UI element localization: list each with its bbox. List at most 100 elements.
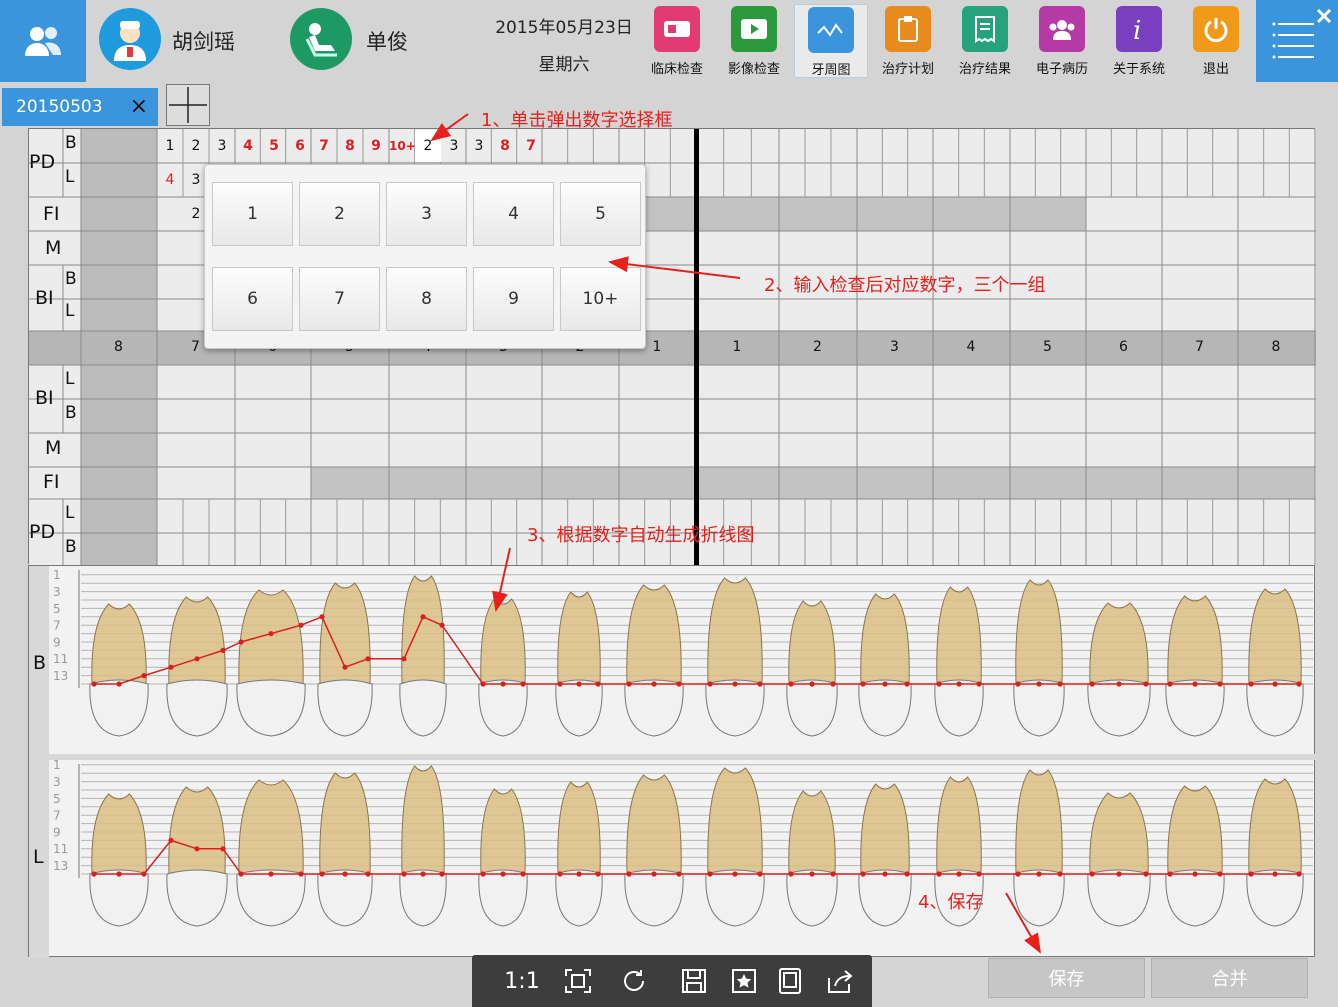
toolbar-button-1[interactable]: 临床检查 (640, 4, 714, 78)
tooth-b-6 (478, 598, 528, 737)
svg-text:i: i (1133, 16, 1141, 43)
patient-avatar[interactable] (290, 8, 352, 70)
number-key-5[interactable]: 5 (560, 182, 641, 246)
pd-b-cell[interactable]: 7 (311, 130, 337, 162)
bi-top-b-label: B (65, 269, 77, 289)
probe-point (956, 681, 962, 687)
pd-b-cell[interactable]: 10+ (389, 130, 416, 162)
rotate-icon[interactable] (618, 965, 650, 997)
pd-b-cell[interactable]: 2 (183, 130, 209, 162)
add-tab-button[interactable] (166, 84, 210, 126)
pd-b-cell[interactable]: 3 (441, 130, 467, 162)
tooth-b-8 (624, 584, 684, 737)
close-icon[interactable]: × (130, 88, 148, 126)
scale-tick: 11 (53, 652, 68, 666)
number-key-9[interactable]: 9 (473, 267, 554, 331)
probe-point (194, 656, 200, 662)
probe-point (882, 871, 888, 877)
number-key-6[interactable]: 6 (212, 267, 293, 331)
probe-point (520, 681, 526, 687)
scale-tick: 3 (53, 775, 61, 789)
pd-l-cell[interactable]: 4 (157, 164, 183, 196)
merge-button[interactable]: 合并 (1151, 958, 1308, 998)
share-icon[interactable] (824, 965, 856, 997)
toolbar-button-7[interactable]: i 关于系统 (1102, 4, 1176, 78)
toolbar-button-4[interactable]: 治疗计划 (871, 4, 945, 78)
toolbar-button-2[interactable]: 影像检查 (717, 4, 791, 78)
pd-b-cell[interactable]: 8 (492, 130, 518, 162)
scale-tick: 13 (53, 669, 68, 683)
pd-top-l-label: L (65, 167, 75, 187)
pd-b-cell[interactable]: 8 (337, 130, 363, 162)
pd-b-cell[interactable]: 3 (209, 130, 235, 162)
probe-point (860, 681, 866, 687)
probe-point (809, 871, 815, 877)
pd-b-cell[interactable]: 1 (157, 130, 183, 162)
number-key-3[interactable]: 3 (386, 182, 467, 246)
probe-point (365, 656, 371, 662)
doctor-avatar[interactable] (99, 8, 161, 70)
tooth-b-16 (1246, 588, 1304, 737)
number-key-2[interactable]: 2 (299, 182, 380, 246)
bi-top-l-label: L (65, 301, 75, 321)
probe-point (1248, 871, 1254, 877)
users-icon[interactable] (0, 0, 86, 82)
number-key-8[interactable]: 8 (386, 267, 467, 331)
toolbar-button-label: 影像检查 (727, 62, 780, 77)
toolbar-button-8[interactable]: 退出 (1179, 4, 1253, 78)
pd-b-cell[interactable]: 3 (466, 130, 492, 162)
tooth-l-2 (166, 786, 228, 927)
pd-b-cell[interactable]: 2 (415, 130, 441, 162)
number-key-1[interactable]: 1 (212, 182, 293, 246)
toolbar-button-3[interactable]: 牙周图 (794, 4, 868, 78)
probe-point (956, 871, 962, 877)
tooth-number-8: 8 (1271, 339, 1281, 355)
pd-top-b-label: B (65, 133, 77, 153)
menu-icon[interactable] (1256, 0, 1338, 82)
scale-tick: 11 (53, 842, 68, 856)
probe-point (595, 871, 601, 877)
pd-b-cell[interactable]: 6 (287, 130, 313, 162)
toolbar-button-label: 关于系统 (1112, 62, 1165, 77)
tooth-l-13 (1013, 769, 1065, 927)
probe-point (626, 871, 632, 877)
tooth-b-5 (399, 575, 447, 737)
number-key-4[interactable]: 4 (473, 182, 554, 246)
probe-point (1015, 871, 1021, 877)
probe-point (342, 664, 348, 670)
probe-point (904, 871, 910, 877)
save-disk-icon[interactable] (678, 965, 710, 997)
pd-b-cell[interactable]: 4 (235, 130, 261, 162)
toolbar-button-label: 临床检查 (650, 62, 703, 77)
toolbar-button-5[interactable]: 治疗结果 (948, 4, 1022, 78)
save-button[interactable]: 保存 (988, 958, 1145, 998)
number-key-10plus[interactable]: 10+ (560, 267, 641, 331)
probing-graph: 13 11 9 7 5 3 1 13 11 9 7 5 3 1 B L (28, 565, 1316, 958)
image-toolbar: 1:1 (472, 955, 872, 1007)
pd-b-cell[interactable]: 7 (518, 130, 544, 162)
probe-point (936, 681, 942, 687)
fit-screen-icon[interactable] (562, 965, 594, 997)
pd-b-cell[interactable]: 9 (363, 130, 389, 162)
probe-point (439, 871, 445, 877)
annotation-2: 2、输入检查后对应数字，三个一组 (764, 275, 1046, 296)
probe-point (1116, 681, 1122, 687)
scale-tick: 3 (53, 585, 61, 599)
probe-point (1143, 681, 1149, 687)
annotation-3: 3、根据数字自动生成折线图 (527, 525, 755, 546)
toolbar-button-6[interactable]: 电子病历 (1025, 4, 1099, 78)
tablet-icon[interactable] (774, 965, 806, 997)
probe-point (757, 871, 763, 877)
tooth-l-7 (555, 781, 603, 927)
pd-b-cell[interactable]: 5 (261, 130, 287, 162)
tab-record[interactable]: 20150503 × (2, 88, 158, 126)
toolbar-button-label: 治疗结果 (958, 62, 1011, 77)
tooth-l-15 (1165, 785, 1225, 927)
probe-point (788, 681, 794, 687)
bi-bottom-b-label: B (65, 403, 77, 423)
number-key-7[interactable]: 7 (299, 267, 380, 331)
annotation-4: 4、保存 (918, 892, 984, 913)
favorite-icon[interactable] (728, 965, 760, 997)
zoom-actual-button[interactable]: 1:1 (502, 965, 542, 997)
probe-point (1248, 681, 1254, 687)
